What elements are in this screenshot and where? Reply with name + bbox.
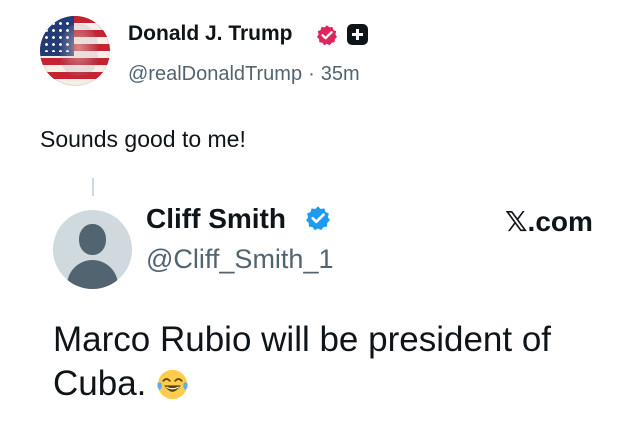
- quoted-author-avatar[interactable]: [53, 210, 132, 289]
- face-with-tears-of-joy-icon: [157, 369, 188, 399]
- avatar-face: [60, 24, 98, 76]
- author-handle-row: @realDonaldTrump · 35m: [128, 63, 360, 86]
- verified-badge-icon: [317, 25, 337, 46]
- quoted-author-handle[interactable]: @Cliff_Smith_1: [146, 244, 333, 275]
- avatar-placeholder-body: [67, 260, 118, 289]
- thread-connector-line: [92, 178, 94, 196]
- author-handle[interactable]: @realDonaldTrump: [128, 63, 302, 85]
- quoted-author-name[interactable]: Cliff Smith: [146, 203, 286, 235]
- quoted-post-text: Marco Rubio will be president of Cuba.: [53, 318, 623, 406]
- quoted-text-line-2: Cuba.: [53, 364, 147, 403]
- author-name[interactable]: Donald J. Trump: [128, 22, 293, 46]
- avatar-placeholder-head: [79, 224, 106, 255]
- post-text: Sounds good to me!: [40, 126, 246, 152]
- plus-badge-icon: [347, 24, 368, 45]
- post-timestamp[interactable]: 35m: [321, 63, 360, 85]
- handle-separator: ·: [308, 63, 315, 85]
- quoted-text-line-1: Marco Rubio will be president of: [53, 320, 552, 359]
- source-link[interactable]: 𝕏.com: [505, 205, 593, 238]
- author-avatar[interactable]: [40, 16, 110, 86]
- verified-badge-icon: [306, 206, 330, 231]
- quoted-text-line-2-row: Cuba.: [53, 362, 189, 406]
- plus-icon: [352, 29, 363, 40]
